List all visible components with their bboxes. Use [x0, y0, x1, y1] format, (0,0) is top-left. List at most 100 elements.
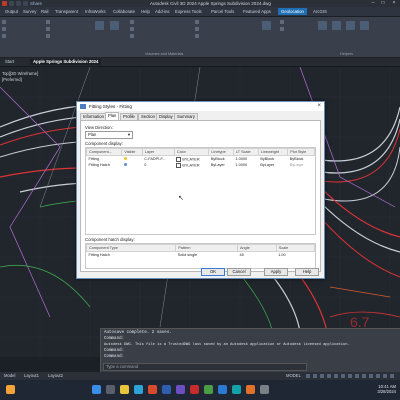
- lightbulb-icon[interactable]: [123, 157, 127, 160]
- edge-icon[interactable]: [134, 385, 143, 394]
- menu-icon[interactable]: [390, 374, 394, 378]
- office-icon[interactable]: [148, 385, 157, 394]
- close-icon[interactable]: ×: [389, 0, 399, 7]
- cell-angle[interactable]: 45: [237, 252, 276, 259]
- civil3d-icon[interactable]: [232, 385, 241, 394]
- tab-infraworks[interactable]: InfraWorks: [82, 8, 109, 15]
- doc-tab-start[interactable]: Start: [2, 59, 17, 65]
- col-component[interactable]: Component...: [85, 148, 123, 156]
- tab-rail[interactable]: Rail: [38, 8, 51, 15]
- ribbon-button[interactable]: [2, 27, 42, 32]
- col-linetype[interactable]: Linetype: [208, 148, 234, 156]
- units-icon[interactable]: [362, 374, 366, 378]
- col-visible[interactable]: Visible: [121, 148, 143, 156]
- tab-summary[interactable]: Summary: [174, 113, 198, 120]
- file-explorer-icon[interactable]: [120, 385, 129, 394]
- ribbon-large-icon[interactable]: [262, 21, 271, 30]
- ribbon-button[interactable]: [2, 34, 42, 39]
- tab-collaborate[interactable]: Collaborate: [110, 8, 138, 15]
- ribbon-large-icon[interactable]: [360, 21, 369, 30]
- tab-survey[interactable]: Survey: [20, 8, 39, 15]
- col-color[interactable]: Color: [173, 148, 210, 156]
- ribbon-button[interactable]: [280, 27, 310, 32]
- tab-plan[interactable]: Plan: [105, 112, 120, 120]
- cell-plot-style[interactable]: ByLayer: [288, 162, 315, 168]
- app-menu-icon[interactable]: [2, 1, 7, 6]
- doc-tab-apple-springs[interactable]: Apple Springs Subdivision 2024: [30, 59, 102, 65]
- customization-icon[interactable]: [383, 374, 387, 378]
- cell-lineweight[interactable]: ByLayer: [258, 162, 287, 168]
- hardware-acceleration-icon[interactable]: [376, 374, 380, 378]
- model-space-toggle[interactable]: MODEL: [286, 373, 301, 378]
- tab-addins[interactable]: Add-ins: [152, 8, 173, 15]
- table-row[interactable]: Fitting Hatch 0 BYLAYER ByLayer 1.0000 B…: [87, 162, 315, 168]
- open-icon[interactable]: [16, 1, 21, 6]
- help-button[interactable]: Help: [295, 268, 319, 276]
- col-layer[interactable]: Layer: [141, 148, 175, 156]
- ribbon-button[interactable]: [46, 34, 86, 39]
- col-pattern[interactable]: Pattern: [175, 244, 238, 252]
- ribbon-button[interactable]: [195, 20, 240, 25]
- dialog-title-bar[interactable]: Fitting Styles - Fitting ×: [77, 102, 324, 111]
- tab-express-tools[interactable]: Express Tools: [172, 8, 205, 15]
- tab-parcel-tools[interactable]: Parcel Tools: [208, 8, 237, 15]
- start-icon[interactable]: [92, 385, 101, 394]
- settings-icon[interactable]: [260, 385, 269, 394]
- outlook-icon[interactable]: [162, 385, 171, 394]
- tab-geolocation[interactable]: Geolocation: [278, 8, 307, 15]
- annotation-scale-icon[interactable]: [348, 374, 352, 378]
- ok-button[interactable]: OK: [201, 268, 225, 276]
- ribbon-button[interactable]: [195, 27, 240, 32]
- save-icon[interactable]: [23, 1, 28, 6]
- excel-icon[interactable]: [204, 385, 213, 394]
- tab-arcgis[interactable]: ArcGIS: [310, 8, 330, 15]
- table-row[interactable]: Fitting Hatch Solid single 45 1.00: [87, 252, 315, 259]
- maximize-icon[interactable]: □: [378, 0, 388, 7]
- workspace-icon[interactable]: [355, 374, 359, 378]
- tab-featured-apps[interactable]: Featured Apps: [240, 8, 274, 15]
- osnap-icon[interactable]: [334, 374, 338, 378]
- cancel-button[interactable]: Cancel: [227, 268, 251, 276]
- cell-visible[interactable]: [122, 162, 142, 168]
- snap-icon[interactable]: [313, 374, 317, 378]
- cell-pattern[interactable]: Solid single: [176, 252, 238, 259]
- tab-layout1[interactable]: Layout1: [24, 373, 39, 378]
- taskbar-clock[interactable]: 10:41 AM 3/28/2024: [377, 384, 396, 394]
- ribbon-button[interactable]: [280, 20, 310, 25]
- ribbon-button[interactable]: [130, 20, 170, 25]
- ribbon-large-icon[interactable]: [95, 21, 104, 30]
- ribbon-large-icon[interactable]: [332, 21, 341, 30]
- command-input[interactable]: Type a command: [103, 363, 307, 371]
- ribbon-button[interactable]: [130, 27, 170, 32]
- ribbon-large-icon[interactable]: [346, 21, 355, 30]
- apply-button[interactable]: Apply: [264, 268, 288, 276]
- tab-information[interactable]: Information: [80, 113, 107, 120]
- grid-icon[interactable]: [306, 374, 310, 378]
- viewport-controls-label[interactable]: Top][2D Wireframe]: [2, 71, 38, 76]
- cell-lt-scale[interactable]: 1.0000: [233, 162, 258, 168]
- ribbon-button[interactable]: [130, 34, 170, 39]
- ortho-icon[interactable]: [320, 374, 324, 378]
- ribbon-button[interactable]: [2, 20, 42, 25]
- cell-linetype[interactable]: ByLayer: [209, 162, 234, 168]
- ribbon-large-icon[interactable]: [110, 21, 119, 30]
- tab-transparent[interactable]: Transparent: [52, 8, 81, 15]
- tab-output[interactable]: Output: [2, 8, 21, 15]
- word-icon[interactable]: [218, 385, 227, 394]
- col-plot-style[interactable]: Plot Style: [287, 148, 315, 156]
- cell-scale[interactable]: 1.00: [276, 252, 314, 259]
- view-direction-select[interactable]: Plan ▼: [85, 131, 133, 139]
- cell-layer[interactable]: 0: [142, 162, 174, 168]
- minimize-icon[interactable]: –: [368, 0, 378, 7]
- isolate-icon[interactable]: [369, 374, 373, 378]
- tab-profile[interactable]: Profile: [120, 113, 138, 120]
- tab-section[interactable]: Section: [138, 113, 158, 120]
- ribbon-large-icon[interactable]: [318, 21, 327, 30]
- cell-color[interactable]: BYLAYER: [174, 162, 209, 168]
- tab-model[interactable]: Model: [4, 373, 15, 378]
- new-icon[interactable]: [9, 1, 14, 6]
- col-scale[interactable]: Scale: [275, 244, 316, 252]
- col-lt-scale[interactable]: LT Scale: [232, 148, 259, 156]
- dialog-close-icon[interactable]: ×: [317, 103, 321, 109]
- autocad-icon[interactable]: [190, 385, 199, 394]
